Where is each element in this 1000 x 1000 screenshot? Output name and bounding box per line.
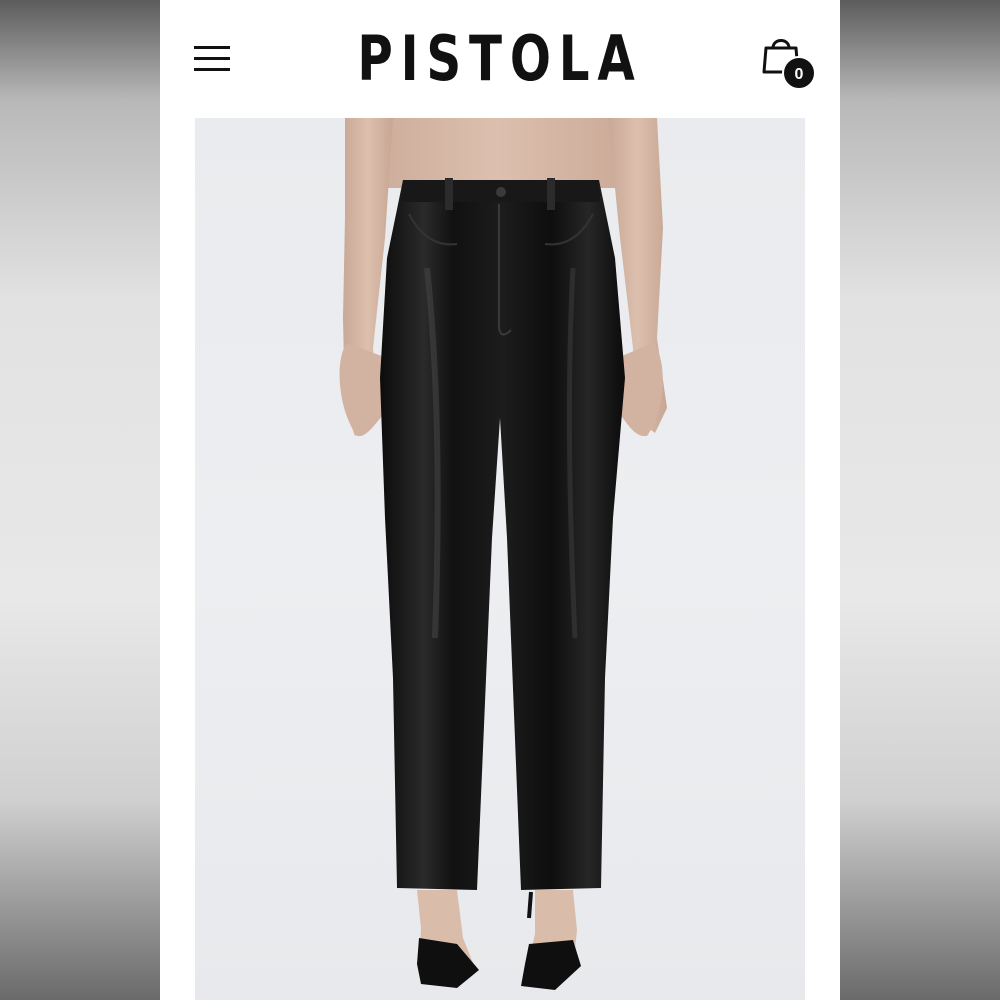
product-photo: [339, 118, 667, 990]
product-image[interactable]: [195, 118, 805, 1000]
brand-logo[interactable]: PISTOLA: [344, 16, 656, 102]
backdrop-right: [840, 0, 1000, 1000]
site-header: PISTOLA 0: [160, 0, 840, 118]
mobile-product-page: PISTOLA 0: [160, 0, 840, 1000]
hamburger-menu-icon[interactable]: [192, 40, 232, 76]
cart-count-badge: 0: [782, 56, 816, 90]
backdrop-left: [0, 0, 160, 1000]
cart-button[interactable]: 0: [760, 34, 822, 96]
